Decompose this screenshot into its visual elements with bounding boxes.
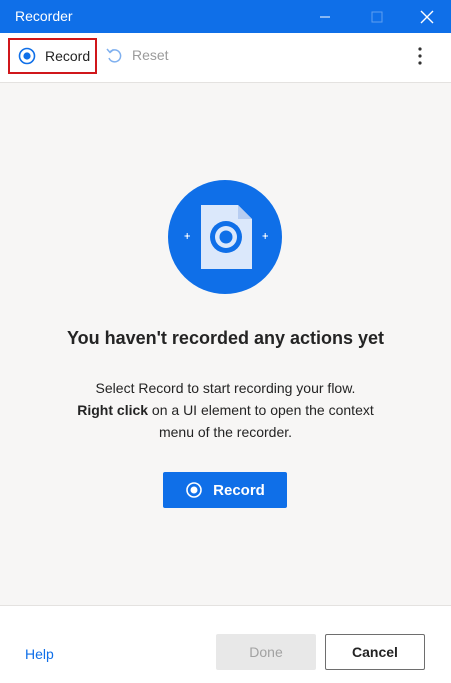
help-link[interactable]: Help <box>25 646 54 662</box>
recording-document-icon <box>184 205 268 269</box>
window-title: Recorder <box>15 8 73 24</box>
description-line-1: Select Record to start recording your fl… <box>95 380 356 396</box>
empty-state-description: Select Record to start recording your fl… <box>40 377 411 443</box>
cancel-button[interactable]: Cancel <box>325 634 425 670</box>
toolbar-reset-label: Reset <box>132 47 169 63</box>
record-icon <box>18 47 36 65</box>
empty-state-illustration <box>168 180 282 294</box>
more-options-button[interactable] <box>410 46 430 70</box>
toolbar-record-button[interactable]: Record <box>8 38 97 74</box>
description-line-2: Right click on a UI element to open the … <box>40 399 411 421</box>
maximize-button[interactable] <box>354 0 400 33</box>
toolbar-record-label: Record <box>45 48 91 64</box>
empty-state-heading: You haven't recorded any actions yet <box>66 328 385 348</box>
undo-icon <box>106 48 122 63</box>
right-click-emphasis: Right click <box>77 402 149 418</box>
minimize-icon <box>320 16 330 17</box>
toolbar-reset-button[interactable]: Reset <box>105 46 169 64</box>
close-button[interactable] <box>404 0 450 33</box>
description-line-2-rest: on a UI element to open the context <box>148 402 374 418</box>
more-vertical-icon <box>418 47 422 65</box>
maximize-icon <box>371 11 383 22</box>
done-button[interactable]: Done <box>216 634 316 670</box>
start-record-button[interactable]: Record <box>163 472 287 508</box>
start-record-label: Record <box>213 481 265 499</box>
recorder-toolbar: Record Reset <box>0 33 451 83</box>
description-line-3: menu of the recorder. <box>158 424 293 440</box>
close-icon <box>420 10 434 23</box>
minimize-button[interactable] <box>302 0 348 33</box>
title-bar: Recorder <box>0 0 451 33</box>
dialog-footer: Help Done Cancel <box>0 605 451 683</box>
record-icon <box>186 482 202 498</box>
